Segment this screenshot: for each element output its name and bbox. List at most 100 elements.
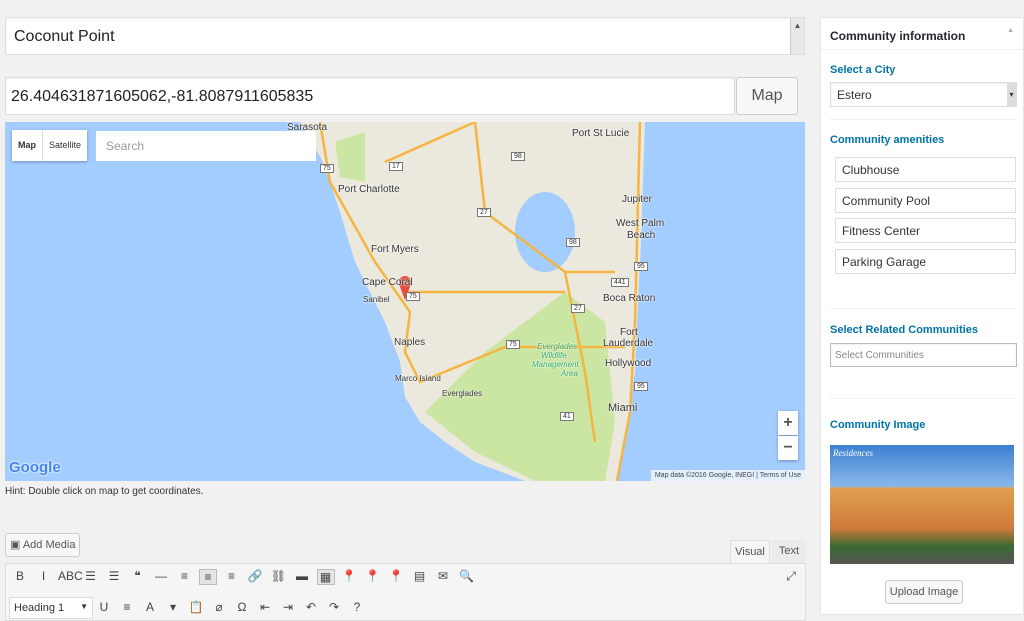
align-left-icon[interactable]: ≡: [176, 569, 194, 583]
map-pin-heart-icon[interactable]: 📍: [364, 569, 382, 583]
highway-shield: 17: [389, 162, 403, 171]
zoom-out-button[interactable]: −: [778, 436, 798, 460]
media-icon: ▣: [10, 539, 23, 551]
undo-icon[interactable]: ↶: [302, 600, 320, 614]
highway-shield: 75: [320, 164, 334, 173]
map-label: West Palm: [616, 218, 665, 229]
amenity-item[interactable]: Parking Garage: [835, 249, 1016, 274]
title-input[interactable]: Coconut Point ▲: [5, 17, 805, 55]
map-attribution: Map data ©2016 Google, INEGI: [654, 472, 755, 479]
text-color-dropdown-icon[interactable]: ▾: [164, 600, 182, 614]
indent-icon[interactable]: ⇥: [279, 600, 297, 614]
map-type-map-button[interactable]: Map: [12, 130, 42, 161]
outdent-icon[interactable]: ⇤: [256, 600, 274, 614]
highway-shield: 27: [477, 208, 491, 217]
align-right-icon[interactable]: ≡: [223, 569, 241, 583]
highway-shield: 27: [571, 304, 585, 313]
coordinates-value: 26.404631871605062,-81.8087911605835: [11, 88, 314, 105]
scroll-arrow-icon[interactable]: ▲: [790, 18, 804, 54]
paste-text-icon[interactable]: 📋: [187, 600, 205, 614]
city-select[interactable]: Estero ▾: [830, 82, 1017, 107]
blockquote-icon[interactable]: ❝: [129, 569, 147, 583]
map-canvas: [300, 122, 805, 481]
bold-icon[interactable]: B: [11, 569, 29, 583]
terms-of-use-link[interactable]: Terms of Use: [760, 472, 801, 479]
map-label: Beach: [627, 230, 656, 241]
clear-formatting-icon[interactable]: ⌀: [210, 600, 228, 614]
panel-header[interactable]: Community information ▲: [821, 18, 1023, 50]
select-city-label: Select a City: [830, 64, 896, 76]
toolbar-toggle-icon[interactable]: ▦: [316, 569, 335, 585]
text-color-icon[interactable]: A: [141, 600, 159, 614]
community-image-label: Community Image: [830, 419, 926, 431]
map-label: Naples: [394, 337, 426, 348]
tab-visual[interactable]: Visual: [730, 540, 770, 563]
fullscreen-icon[interactable]: ⤢: [782, 569, 800, 584]
community-info-panel: Community information ▲ Select a City Est…: [820, 17, 1024, 615]
special-character-icon[interactable]: Ω: [233, 600, 251, 614]
panel-title: Community information: [830, 29, 966, 43]
zoom-in-button[interactable]: +: [778, 411, 798, 435]
map-type-control: Map Satellite: [12, 130, 88, 161]
amenity-item[interactable]: Community Pool: [835, 188, 1016, 213]
map-label: Port St Lucie: [572, 128, 630, 139]
map-label: Area: [561, 369, 578, 378]
amenity-item[interactable]: Clubhouse: [835, 157, 1016, 182]
city-value: Estero: [837, 88, 872, 102]
map-label: Fort Myers: [371, 244, 419, 255]
community-image: Residences: [830, 445, 1014, 564]
search-icon[interactable]: 🔍: [458, 569, 476, 583]
highway-shield: 95: [634, 382, 648, 391]
upload-image-button[interactable]: Upload Image: [885, 580, 963, 604]
table-icon[interactable]: ▤: [411, 569, 429, 583]
strikethrough-icon[interactable]: ABC: [58, 569, 83, 583]
highway-shield: 98: [566, 238, 580, 247]
unlink-icon[interactable]: ⛓: [270, 569, 288, 583]
related-communities-label: Select Related Communities: [830, 324, 978, 336]
collapse-icon[interactable]: ▲: [1007, 27, 1014, 34]
map-label: Fort: [620, 327, 638, 338]
amenity-item[interactable]: Fitness Center: [835, 218, 1016, 243]
map-pin-double-icon[interactable]: 📍: [387, 569, 405, 583]
related-communities-input[interactable]: Select Communities: [830, 343, 1017, 367]
map-button[interactable]: Map: [736, 77, 798, 115]
map-label: Port Charlotte: [338, 184, 400, 195]
add-media-button[interactable]: ▣ Add Media: [5, 533, 80, 557]
highway-shield: 41: [560, 412, 574, 421]
map-label: Marco Island: [395, 374, 441, 383]
map-label: Miami: [608, 402, 638, 414]
underline-icon[interactable]: U: [95, 600, 113, 614]
highway-shield: 75: [406, 292, 420, 301]
map-label: Hollywood: [605, 358, 652, 369]
align-center-icon[interactable]: ≡: [199, 569, 217, 585]
map-label: Sanibel: [363, 295, 390, 304]
mail-icon[interactable]: ✉: [434, 569, 452, 583]
format-select[interactable]: Heading 1 ▼: [9, 597, 93, 619]
redo-icon[interactable]: ↷: [325, 600, 343, 614]
highway-shield: 95: [634, 262, 648, 271]
justify-icon[interactable]: ≡: [118, 600, 136, 614]
bullet-list-icon[interactable]: ☰: [82, 569, 100, 583]
map-label: Jupiter: [622, 194, 653, 205]
map-search-input[interactable]: Search: [96, 131, 316, 161]
map-pin-icon[interactable]: 📍: [340, 569, 358, 583]
help-icon[interactable]: ?: [348, 600, 366, 614]
tab-text[interactable]: Text: [772, 540, 806, 563]
italic-icon[interactable]: I: [35, 569, 53, 583]
horizontal-line-icon[interactable]: —: [152, 569, 170, 583]
map-label: Cape Coral: [362, 277, 413, 288]
coordinates-input[interactable]: 26.404631871605062,-81.8087911605835: [5, 77, 735, 115]
map-label: Everglades: [442, 389, 483, 398]
amenities-label: Community amenities: [830, 134, 945, 146]
highway-shield: 98: [511, 152, 525, 161]
read-more-icon[interactable]: ▬: [293, 569, 311, 583]
link-icon[interactable]: 🔗: [246, 569, 264, 583]
map-label: Boca Raton: [603, 293, 656, 304]
title-value: Coconut Point: [14, 28, 115, 45]
highway-shield: 441: [611, 278, 629, 287]
map-view[interactable]: Sarasota Port St Lucie Port Charlotte Ju…: [5, 122, 805, 481]
map-label: Wildlife: [541, 351, 567, 360]
numbered-list-icon[interactable]: ☰: [105, 569, 123, 583]
map-label: Management: [532, 360, 579, 369]
map-type-satellite-button[interactable]: Satellite: [42, 130, 87, 161]
